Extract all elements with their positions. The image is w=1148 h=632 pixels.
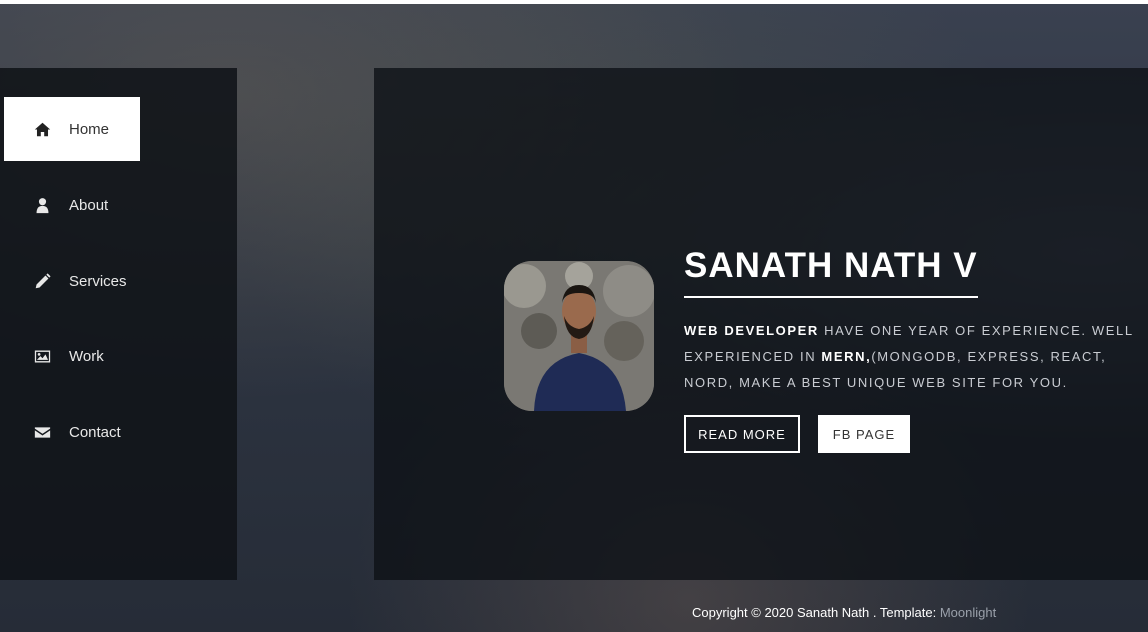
desc-highlight-stack: MERN, (821, 349, 872, 364)
user-icon (33, 196, 51, 214)
nav-item-contact[interactable]: Contact (4, 400, 140, 464)
sidebar-nav: Home About Services Work Contact (0, 68, 237, 580)
nav-item-work[interactable]: Work (4, 324, 140, 388)
desc-highlight-role: WEB DEVELOPER (684, 323, 819, 338)
read-more-button[interactable]: READ MORE (684, 415, 800, 453)
nav-item-label: Contact (69, 423, 121, 441)
envelope-icon (33, 423, 51, 441)
nav-item-label: Home (69, 120, 110, 138)
copyright-text: Copyright © 2020 Sanath Nath . Template: (692, 605, 940, 620)
top-border (0, 0, 1148, 4)
hero-description: WEB DEVELOPER HAVE ONE YEAR OF EXPERIENC… (684, 318, 1148, 396)
home-icon (33, 120, 51, 138)
template-link[interactable]: Moonlight (940, 605, 996, 620)
footer: Copyright © 2020 Sanath Nath . Template:… (692, 605, 996, 620)
profile-photo (504, 261, 654, 411)
nav-item-about[interactable]: About (4, 173, 140, 237)
image-icon (33, 347, 51, 365)
hero-name: SANATH NATH V (684, 244, 978, 298)
nav-item-home[interactable]: Home (4, 97, 140, 161)
nav-item-services[interactable]: Services (4, 249, 140, 313)
pencil-icon (33, 272, 51, 290)
nav-item-label: Services (69, 272, 127, 290)
nav-item-label: Work (69, 347, 104, 365)
nav-item-label: About (69, 196, 109, 214)
fb-page-button[interactable]: FB PAGE (818, 415, 910, 453)
